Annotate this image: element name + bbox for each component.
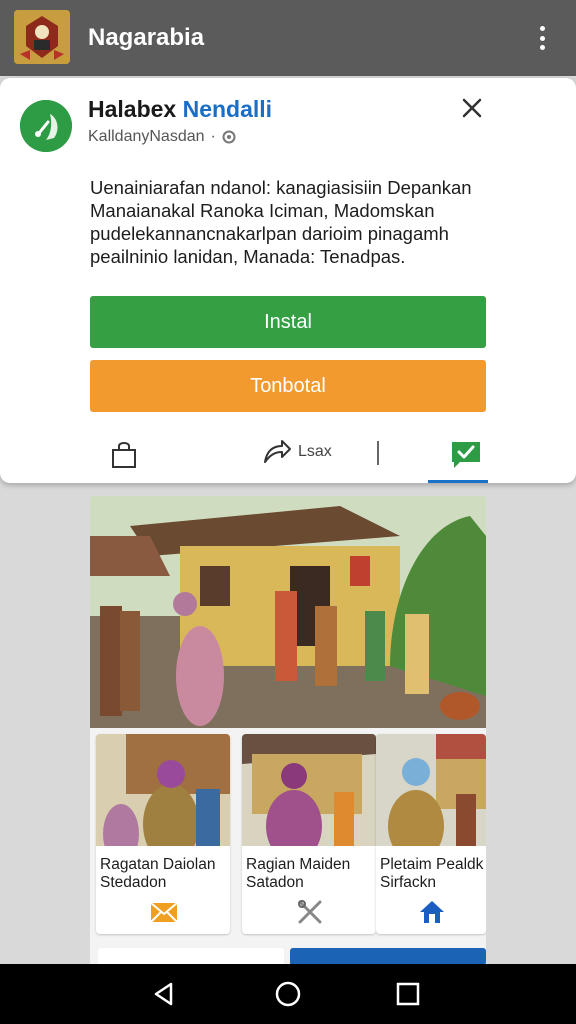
more-vert-icon[interactable] (528, 22, 556, 54)
thumbnail-image (376, 734, 486, 862)
thumbnail-row: Ragatan Daiolan Stedadon Ragian Maiden S… (96, 734, 486, 934)
feed: Ragatan Daiolan Stedadon Ragian Maiden S… (90, 496, 486, 966)
dialog-actions: Lsax (0, 428, 576, 483)
info-icon (222, 130, 236, 144)
share-action[interactable]: Lsax (262, 438, 332, 466)
list-item[interactable]: Ragian Maiden Satadon (242, 734, 376, 934)
list-item[interactable]: Ragatan Daiolan Stedadon (96, 734, 230, 934)
thumbnail-caption: Ragatan Daiolan Stedadon (100, 856, 216, 891)
envelope-icon[interactable] (150, 898, 178, 926)
install-dialog: Halabex Nendalli KalldanyNasdan · Uenain… (0, 78, 576, 483)
app-name-prefix: Halabex (88, 96, 183, 122)
app-bar: Nagarabia (0, 0, 576, 76)
thumbnail-image (242, 734, 376, 862)
divider (377, 441, 379, 465)
tab-indicator (428, 480, 488, 483)
install-button[interactable]: Instal (90, 296, 486, 348)
home-icon[interactable] (418, 898, 446, 926)
crest-logo-icon[interactable] (14, 10, 70, 64)
list-item[interactable]: Pletaim Pealdk Sirfackn (376, 734, 486, 934)
app-name-accent: Nendalli (182, 96, 273, 122)
secondary-button[interactable]: Tonbotal (90, 360, 486, 412)
thumbnail-image (96, 734, 230, 864)
shopping-bag-icon[interactable] (110, 440, 138, 470)
close-icon[interactable] (460, 96, 484, 120)
app-title: Nagarabia (88, 24, 205, 51)
developer-name[interactable]: KalldanyNasdan (88, 128, 205, 146)
hero-image[interactable] (90, 496, 486, 728)
tools-icon[interactable] (296, 898, 324, 926)
share-label: Lsax (298, 443, 332, 460)
home-circle-icon[interactable] (274, 980, 302, 1008)
share-icon (264, 440, 291, 463)
thumbnail-caption: Ragian Maiden Satadon (246, 856, 351, 891)
developer-line: KalldanyNasdan · (88, 128, 236, 146)
app-description: Uenainiarafan ndanol: kanagiasisiin Depa… (90, 177, 472, 267)
recents-icon[interactable] (394, 980, 422, 1008)
thumbnail-caption: Pletaim Pealdk Sirfackn (380, 856, 484, 891)
app-icon (20, 100, 72, 152)
check-icon[interactable] (450, 438, 482, 470)
back-icon[interactable] (150, 980, 178, 1008)
developer-separator: · (210, 128, 216, 145)
system-nav-bar (0, 964, 576, 1024)
app-name: Halabex Nendalli (88, 96, 272, 123)
